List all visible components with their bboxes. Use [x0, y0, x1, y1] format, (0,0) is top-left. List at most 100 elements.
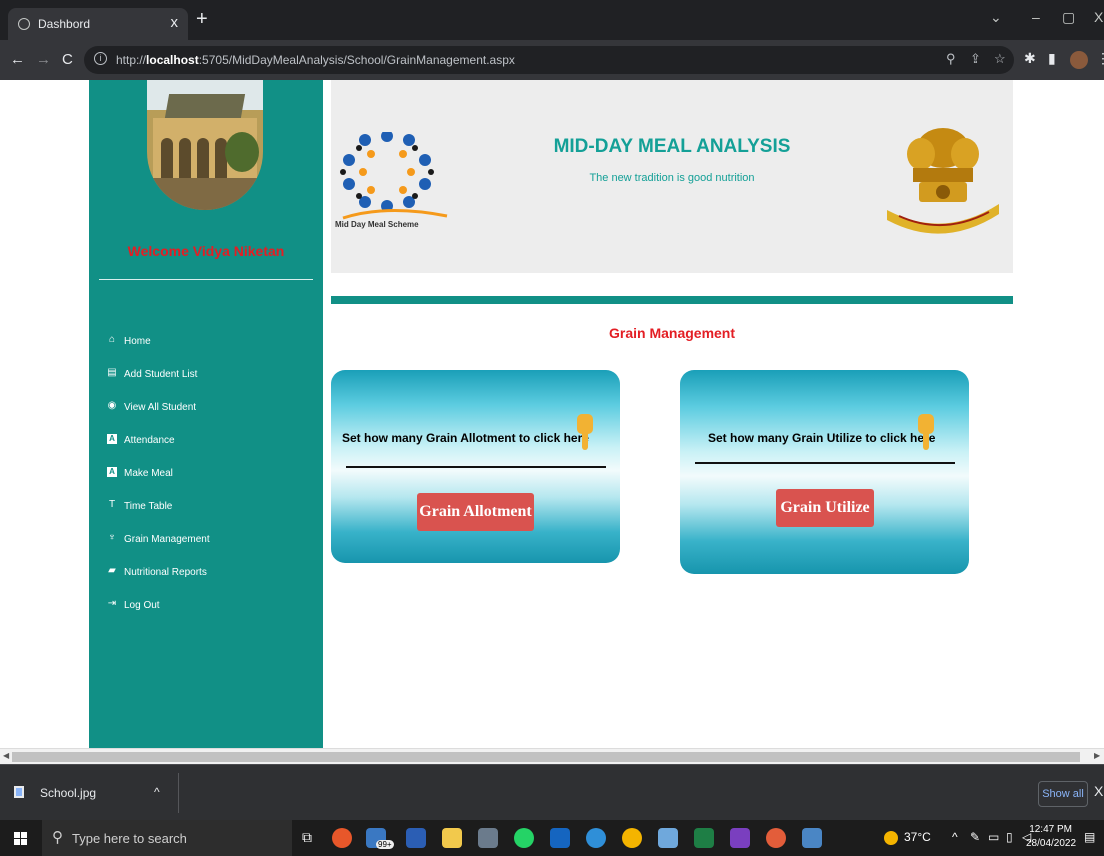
downloads-bar: School.jpg ^ Show all X — [0, 764, 1104, 820]
tab-title: Dashbord — [38, 17, 91, 31]
search-placeholder: Type here to search — [72, 831, 187, 846]
side-panel-icon[interactable]: ▮ — [1048, 50, 1056, 67]
school-avatar — [147, 80, 263, 210]
outlook-icon[interactable] — [550, 828, 570, 848]
download-item[interactable]: School.jpg ^ — [14, 779, 178, 807]
logo-caption: Mid Day Meal Scheme — [335, 220, 419, 229]
edge-icon[interactable] — [586, 828, 606, 848]
sidebar-item-label: View All Student — [124, 402, 197, 413]
sidebar-item-label: Nutritional Reports — [124, 567, 207, 578]
close-downloads-button[interactable]: X — [1094, 783, 1103, 799]
excel-icon[interactable] — [694, 828, 714, 848]
sidebar-divider — [99, 279, 313, 280]
weather-icon[interactable] — [884, 831, 898, 845]
battery-icon[interactable]: ▭ — [988, 830, 999, 844]
sidebar-item-label: Time Table — [124, 501, 173, 512]
back-button[interactable]: ← — [10, 51, 25, 68]
sidebar: Welcome Vidya Niketan ⌂ Home ▤ Add Stude… — [89, 80, 323, 748]
national-emblem-icon — [887, 128, 999, 234]
grain-allotment-card: Set how many Grain Allotment to click he… — [331, 370, 620, 563]
taskbar-search[interactable]: ⚲ Type here to search — [42, 820, 292, 856]
add-list-icon: ▤ — [107, 367, 117, 378]
page-viewport: Welcome Vidya Niketan ⌂ Home ▤ Add Stude… — [0, 80, 1104, 748]
tab-search-icon[interactable]: ⌄ — [990, 9, 1002, 26]
download-options-button[interactable]: ^ — [154, 785, 160, 799]
chrome-icon[interactable] — [622, 828, 642, 848]
url-text: http://localhost:5705/MidDayMealAnalysis… — [116, 53, 515, 67]
globe-icon — [18, 18, 30, 30]
file-explorer-icon[interactable] — [442, 828, 462, 848]
calculator-icon[interactable] — [478, 828, 498, 848]
page-title: Grain Management — [608, 325, 736, 341]
scrollbar-thumb[interactable] — [12, 752, 1080, 762]
close-window-button[interactable]: X — [1094, 9, 1103, 25]
browser-toolbar: ← → C i http://localhost:5705/MidDayMeal… — [0, 40, 1104, 80]
extensions-icon[interactable]: ✱ — [1024, 50, 1036, 67]
windows-start-icon[interactable] — [14, 832, 28, 846]
new-tab-button[interactable]: + — [196, 8, 208, 31]
notification-icon[interactable]: ▤ — [1084, 830, 1095, 844]
sidebar-item-label: Log Out — [124, 600, 160, 611]
network-icon[interactable]: ▯ — [1006, 830, 1013, 844]
home-icon: ⌂ — [108, 334, 116, 345]
eye-icon: ◉ — [107, 400, 117, 411]
grain-utilize-button[interactable]: Grain Utilize — [776, 489, 874, 527]
powerpoint-icon[interactable] — [332, 828, 352, 848]
scroll-right-icon[interactable]: ▶ — [1094, 751, 1100, 760]
card-divider — [346, 466, 606, 468]
meal-icon: A — [107, 467, 117, 477]
forward-button[interactable]: → — [36, 51, 51, 68]
mail-badge: 99+ — [376, 840, 394, 849]
browser-tab[interactable]: Dashbord x — [8, 8, 188, 40]
chrome-profile-icon[interactable] — [766, 828, 786, 848]
pen-icon[interactable]: ✎ — [970, 830, 980, 844]
grain-utilize-card: Set how many Grain Utilize to click here… — [680, 370, 969, 574]
timetable-icon: T — [108, 499, 116, 510]
browser-tab-bar: Dashbord x + ⌄ – ▢ X — [0, 0, 1104, 40]
profile-avatar[interactable] — [1070, 51, 1088, 69]
menu-kebab-icon[interactable]: ⋮ — [1096, 50, 1104, 67]
pointing-hand-icon — [577, 414, 593, 450]
visual-studio-icon[interactable] — [730, 828, 750, 848]
image-file-icon — [14, 786, 24, 798]
folder-icon: ▰ — [108, 565, 116, 576]
sidebar-item-label: Add Student List — [124, 369, 198, 380]
download-separator — [178, 773, 179, 813]
address-bar[interactable]: i http://localhost:5705/MidDayMealAnalys… — [84, 46, 1014, 74]
sidebar-item-label: Home — [124, 336, 151, 347]
search-icon: ⚲ — [52, 829, 63, 846]
app-icon[interactable] — [658, 828, 678, 848]
task-view-icon[interactable]: ⧉ — [302, 829, 322, 849]
clock-date: 28/04/2022 — [1026, 838, 1077, 849]
tools-icon[interactable] — [802, 828, 822, 848]
temperature-text[interactable]: 37°C — [904, 830, 931, 844]
whatsapp-icon[interactable] — [514, 828, 534, 848]
show-all-button[interactable]: Show all — [1038, 781, 1088, 807]
pointing-hand-icon — [918, 414, 934, 450]
tab-close-button[interactable]: x — [171, 14, 179, 31]
download-file-name: School.jpg — [40, 786, 97, 800]
clock-time: 12:47 PM — [1029, 824, 1072, 835]
word-icon[interactable] — [406, 828, 426, 848]
logout-icon: ⇥ — [107, 598, 117, 609]
attendance-icon: A — [107, 434, 117, 444]
share-icon[interactable]: ⇪ — [970, 51, 981, 67]
site-info-icon[interactable]: i — [94, 52, 107, 65]
chevron-up-icon[interactable]: ^ — [952, 830, 958, 844]
minimize-button[interactable]: – — [1032, 9, 1040, 25]
bookmark-star-icon[interactable]: ☆ — [994, 51, 1006, 67]
welcome-text: Welcome Vidya Niketan — [127, 243, 285, 259]
horizontal-scrollbar[interactable]: ◀ ▶ — [0, 748, 1104, 764]
sidebar-item-label: Make Meal — [124, 468, 173, 479]
grain-allotment-button[interactable]: Grain Allotment — [417, 493, 534, 531]
sidebar-item-label: Grain Management — [124, 534, 210, 545]
card-divider — [695, 462, 955, 464]
section-divider — [331, 296, 1013, 304]
sidebar-item-label: Attendance — [124, 435, 175, 446]
taskbar-clock[interactable]: 12:47 PM 28/04/2022 — [1026, 823, 1077, 851]
maximize-button[interactable]: ▢ — [1062, 9, 1075, 26]
scroll-left-icon[interactable]: ◀ — [3, 751, 9, 760]
zoom-icon[interactable]: ⚲ — [946, 51, 956, 67]
reload-button[interactable]: C — [62, 51, 73, 68]
windows-taskbar: ⚲ Type here to search ⧉ 99+ 37°C ^ ✎ ▭ ▯… — [0, 820, 1104, 856]
